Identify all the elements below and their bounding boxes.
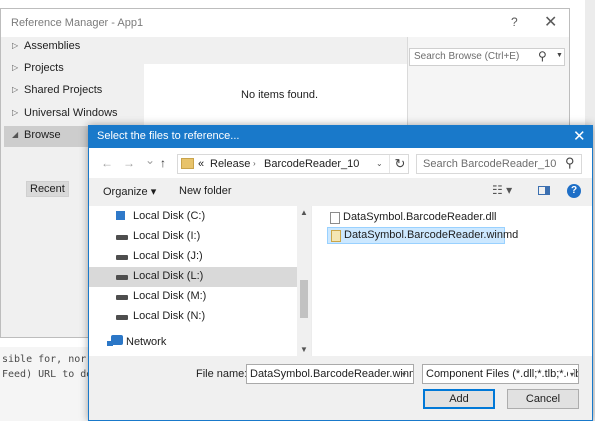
code-line: sible for, nor d — [2, 354, 99, 365]
navigation-tree: Local Disk (C:) Local Disk (I:) Local Di… — [89, 206, 311, 356]
preview-pane-icon[interactable] — [538, 186, 550, 195]
no-items-message: No items found. — [241, 89, 319, 101]
expand-arrow-icon: ▷ — [12, 108, 19, 117]
tree-item-network[interactable]: Network — [89, 333, 297, 353]
pane-divider[interactable] — [311, 206, 312, 356]
nav-item-label: Assemblies — [24, 40, 81, 52]
breadcrumb-release[interactable]: Release — [210, 158, 250, 170]
address-bar[interactable]: « Release › BarcodeReader_10 ⌄ ↻ — [177, 154, 409, 174]
cancel-button[interactable]: Cancel — [507, 389, 579, 409]
nav-item-assemblies[interactable]: ▷ Assemblies — [4, 37, 144, 58]
nav-item-label: Shared Projects — [24, 84, 103, 96]
nav-item-label: Universal Windows — [24, 107, 118, 119]
tree-item-label: Local Disk (J:) — [133, 250, 203, 262]
dialog-titlebar: Select the files to reference... ✕ — [89, 126, 592, 148]
help-button[interactable]: ? — [511, 15, 518, 29]
file-item-winmd[interactable]: DataSymbol.BarcodeReader.winmd — [327, 227, 518, 244]
dialog-title: Select the files to reference... — [97, 130, 240, 142]
nav-item-label: Browse — [24, 129, 61, 141]
expand-arrow-icon: ▷ — [12, 85, 19, 94]
tree-item-local-disk-m[interactable]: Local Disk (M:) — [89, 287, 297, 307]
nav-item-universal-windows[interactable]: ▷ Universal Windows — [4, 104, 144, 125]
ide-code-area: sible for, nor d Feed) URL to det — [0, 347, 98, 421]
address-row: ← → ⌄ ↑ « Release › BarcodeReader_10 ⌄ ↻… — [89, 148, 592, 178]
network-icon-part — [107, 341, 113, 346]
view-options-icon[interactable]: ☷ ▾ — [492, 183, 512, 197]
nav-item-shared-projects[interactable]: ▷ Shared Projects — [4, 81, 144, 102]
folder-search-input[interactable]: Search BarcodeReader_10 ⚲ — [416, 154, 582, 174]
tree-item-label: Local Disk (C:) — [133, 210, 206, 222]
windows-drive-icon — [116, 211, 125, 220]
tree-item-label: Network — [126, 336, 167, 348]
chevron-down-icon[interactable]: ⌄ — [376, 159, 383, 168]
tree-item-label: Local Disk (L:) — [133, 270, 204, 282]
tree-item-local-disk-l[interactable]: Local Disk (L:) — [89, 267, 297, 287]
tree-item-local-disk-n[interactable]: Local Disk (N:) — [89, 307, 297, 327]
breadcrumb-separator-icon[interactable]: › — [253, 159, 256, 168]
file-icon — [331, 230, 341, 242]
tree-item-label: Local Disk (N:) — [133, 310, 206, 322]
search-icon: ⚲ — [538, 49, 547, 63]
drive-icon — [116, 235, 128, 240]
folder-icon — [181, 158, 194, 169]
tree-item-label: Local Disk (M:) — [133, 290, 207, 302]
scroll-up-icon[interactable]: ▲ — [300, 208, 308, 217]
file-name: DataSymbol.BarcodeReader.dll — [343, 211, 497, 223]
drive-icon — [116, 315, 128, 320]
tree-item-local-disk-i[interactable]: Local Disk (I:) — [89, 227, 297, 247]
organize-label: Organize — [103, 186, 148, 198]
nav-item-label: Projects — [24, 62, 64, 74]
preview-pane-fill — [545, 187, 549, 194]
drive-icon — [116, 295, 128, 300]
chevron-down-icon[interactable]: ▾ — [568, 370, 575, 379]
search-icon: ⚲ — [565, 155, 575, 170]
reference-manager-title: Reference Manager - App1 — [11, 17, 144, 29]
nav-item-recent[interactable]: Recent — [26, 181, 69, 197]
back-arrow-icon[interactable]: ← — [101, 156, 113, 170]
tree-scrollbar[interactable]: ▲ ▼ — [297, 206, 311, 356]
scrollbar-thumb[interactable] — [300, 280, 308, 318]
expand-arrow-icon: ▷ — [12, 41, 19, 50]
add-button[interactable]: Add — [423, 389, 495, 409]
dialog-toolbar: Organize ▾ New folder ☷ ▾ ? — [89, 178, 592, 206]
tree-item-label: Local Disk (I:) — [133, 230, 201, 242]
up-arrow-icon[interactable]: ↑ — [160, 156, 166, 170]
file-name-label: File name: — [196, 368, 248, 380]
drive-icon — [116, 275, 128, 280]
refresh-icon[interactable]: ↻ — [389, 155, 410, 173]
close-icon[interactable]: ✕ — [573, 127, 586, 145]
file-type-select[interactable]: Component Files (*.dll;*.tlb;*.olb;*.ocx… — [422, 364, 579, 384]
close-icon[interactable]: ✕ — [544, 12, 557, 32]
new-folder-button[interactable]: New folder — [179, 185, 232, 197]
recent-locations-chevron-icon[interactable]: ⌄ — [145, 153, 155, 167]
code-line: Feed) URL to det — [2, 369, 99, 380]
breadcrumb-overflow[interactable]: « — [198, 158, 204, 170]
tree-item-local-disk-j[interactable]: Local Disk (J:) — [89, 247, 297, 267]
file-type-value: Component Files (*.dll;*.tlb;*.olb;*.ocx… — [426, 368, 578, 380]
drive-icon — [116, 255, 128, 260]
forward-arrow-icon[interactable]: → — [123, 156, 135, 170]
breadcrumb-barcodereader[interactable]: BarcodeReader_10 — [264, 158, 359, 170]
file-name-input[interactable]: DataSymbol.BarcodeReader.winmd ▾ — [246, 364, 414, 384]
file-item-dll[interactable]: DataSymbol.BarcodeReader.dll — [327, 210, 505, 227]
expand-arrow-icon: ▷ — [12, 63, 19, 72]
tree-item-local-disk-c[interactable]: Local Disk (C:) — [89, 207, 297, 227]
chevron-down-icon[interactable]: ▾ — [402, 370, 406, 379]
reference-manager-titlebar: Reference Manager - App1 ? ✕ — [1, 9, 569, 37]
search-placeholder: Search BarcodeReader_10 — [423, 158, 557, 170]
chevron-down-icon[interactable]: ▼ — [556, 52, 563, 59]
file-icon — [330, 212, 340, 224]
file-name-value: DataSymbol.BarcodeReader.winmd — [250, 368, 414, 380]
browse-search-input[interactable]: Search Browse (Ctrl+E) ⚲ ▼ — [409, 48, 565, 66]
collapse-arrow-icon: ◢ — [12, 130, 19, 139]
help-icon[interactable]: ? — [567, 184, 581, 198]
caret-down-icon: ▾ — [150, 186, 157, 198]
organize-button[interactable]: Organize ▾ — [103, 185, 156, 198]
file-name: DataSymbol.BarcodeReader.winmd — [344, 229, 519, 241]
scroll-down-icon[interactable]: ▼ — [300, 345, 308, 354]
dialog-footer: File name: DataSymbol.BarcodeReader.winm… — [89, 356, 592, 420]
file-picker-dialog: Select the files to reference... ✕ ← → ⌄… — [88, 125, 593, 421]
search-placeholder: Search Browse (Ctrl+E) — [414, 51, 520, 62]
nav-item-projects[interactable]: ▷ Projects — [4, 59, 144, 80]
